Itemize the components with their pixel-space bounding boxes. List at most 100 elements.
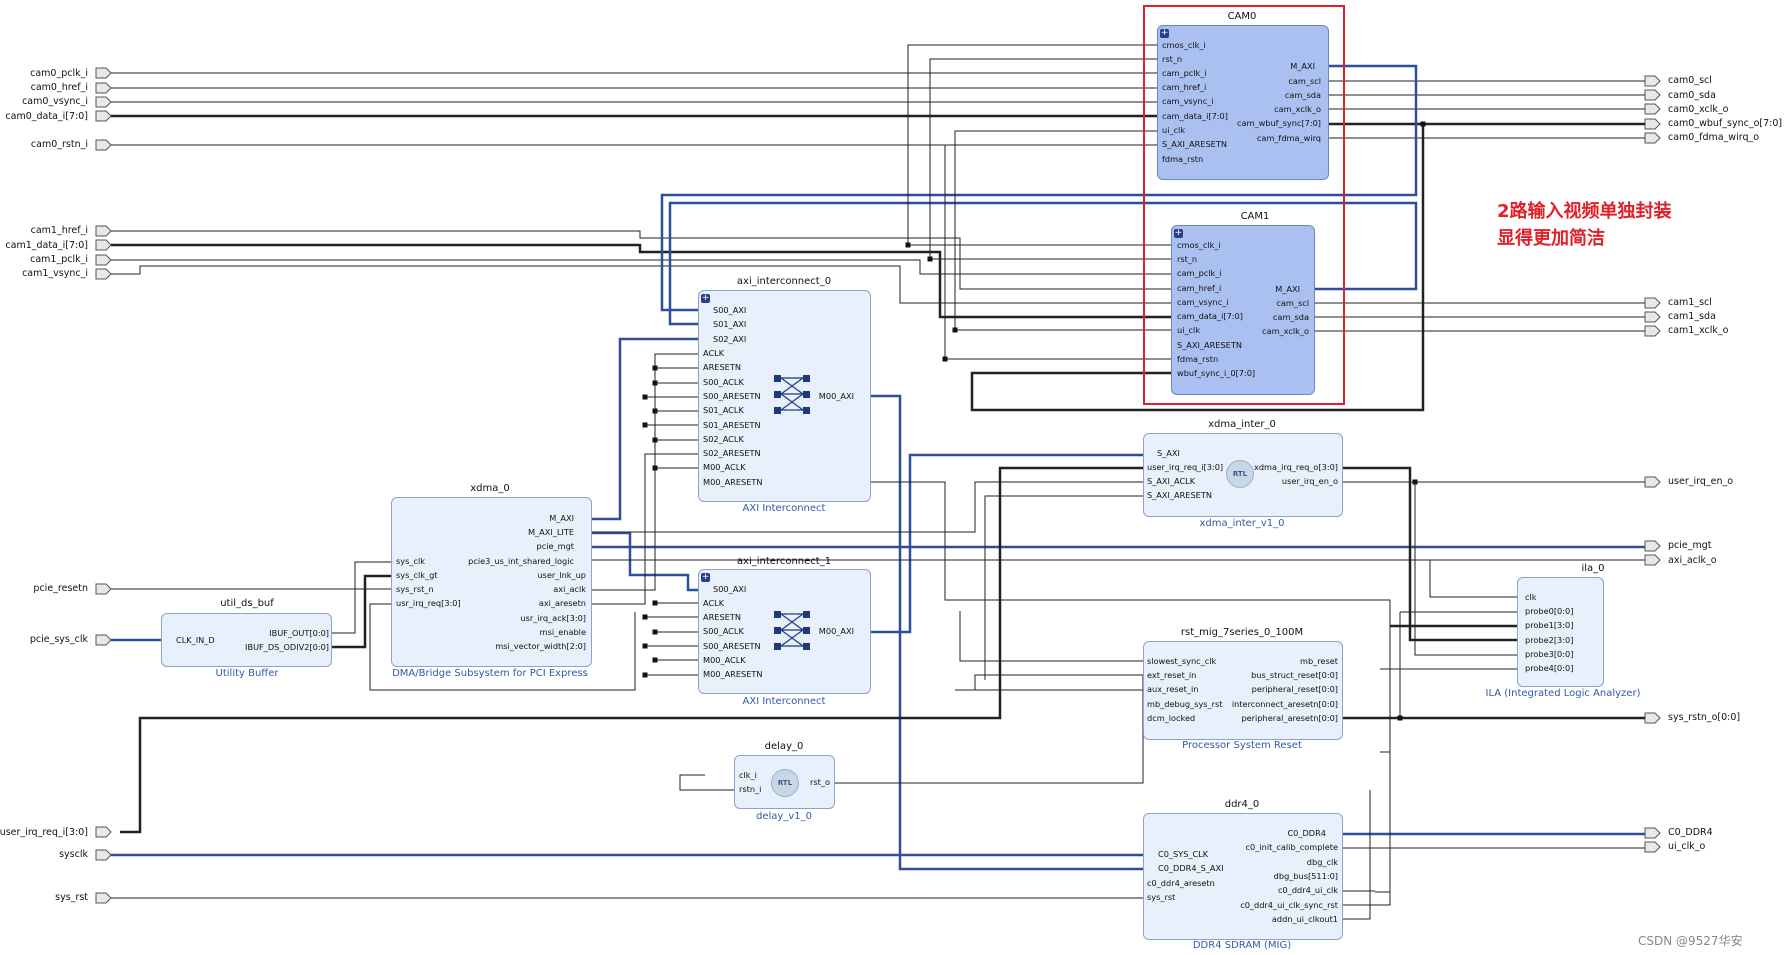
input-port-symbol bbox=[95, 110, 112, 122]
port-cam0-fdma-wirq-o: cam0_fdma_wirq_o bbox=[1668, 132, 1760, 143]
delay-pin: clk_i bbox=[739, 770, 757, 780]
xdma-pin: pcie3_us_int_shared_logic bbox=[468, 556, 574, 566]
wire bbox=[944, 145, 1171, 360]
port-cam1-scl: cam1_scl bbox=[1668, 297, 1712, 308]
axi-ic1-pin: S00_ACLK bbox=[703, 626, 744, 636]
input-port-symbol bbox=[95, 96, 112, 108]
xdma-pin: msi_vector_width[2:0] bbox=[495, 641, 586, 651]
wire bbox=[835, 675, 1144, 784]
output-port-symbol bbox=[1644, 712, 1661, 724]
xdma-pin: usr_irq_req[3:0] bbox=[396, 598, 461, 608]
xdma-inter-pin: S_AXI_ARESETN bbox=[1147, 490, 1212, 500]
annotation-line2: 显得更加简洁 bbox=[1497, 228, 1605, 249]
port-ui-clk-o: ui_clk_o bbox=[1668, 841, 1706, 852]
xdma-pin: usr_irq_ack[3:0] bbox=[520, 613, 586, 623]
port-cam1-pclk-i: cam1_pclk_i bbox=[30, 254, 88, 265]
output-port-symbol bbox=[1644, 297, 1661, 309]
port-pcie-resetn: pcie_resetn bbox=[33, 583, 88, 594]
xdma-title: xdma_0 bbox=[470, 483, 510, 494]
axi-ic0-pin: ACLK bbox=[703, 348, 725, 358]
junction bbox=[942, 356, 948, 362]
axi-ic0-pin: M00_ARESETN bbox=[703, 477, 763, 487]
expand-icon[interactable]: + bbox=[701, 573, 710, 582]
wire bbox=[679, 774, 734, 791]
port-sysclk: sysclk bbox=[59, 849, 88, 860]
port-c0-ddr4: C0_DDR4 bbox=[1668, 827, 1713, 838]
wire bbox=[592, 453, 698, 605]
port-cam0-pclk-i: cam0_pclk_i bbox=[30, 68, 88, 79]
port-cam1-href-i: cam1_href_i bbox=[30, 225, 88, 236]
axi-ic1-pin: M00_ARESETN bbox=[703, 669, 763, 679]
port-cam0-xclk-o: cam0_xclk_o bbox=[1668, 104, 1729, 115]
input-port-symbol bbox=[95, 139, 112, 151]
rst-pin: ext_reset_in bbox=[1147, 670, 1197, 680]
util-pin: CLK_IN_D bbox=[176, 635, 215, 645]
util-pin: IBUF_DS_ODIV2[0:0] bbox=[245, 642, 329, 652]
wire bbox=[954, 130, 1171, 331]
port-cam0-href-i: cam0_href_i bbox=[30, 82, 88, 93]
port-cam0-wbuf-sync-o: cam0_wbuf_sync_o[7:0] bbox=[1668, 118, 1783, 129]
rtl-icon: RTL bbox=[1226, 460, 1254, 488]
input-port-symbol bbox=[95, 225, 112, 237]
xdma-inter-pin: S_AXI bbox=[1157, 448, 1180, 458]
ddr4-pin: c0_ddr4_ui_clk_sync_rst bbox=[1240, 900, 1338, 910]
axi-ic0-subtitle: AXI Interconnect bbox=[742, 503, 826, 514]
axi-ic1-pin: M00_AXI bbox=[818, 626, 854, 636]
axi-ic1-subtitle: AXI Interconnect bbox=[742, 696, 826, 707]
input-port-symbol bbox=[95, 239, 112, 251]
output-port-symbol bbox=[1644, 841, 1661, 853]
output-port-symbol bbox=[1644, 89, 1661, 101]
ddr4-pin: sys_rst bbox=[1147, 892, 1176, 902]
rst-subtitle: Processor System Reset bbox=[1182, 740, 1302, 751]
port-cam0-rstn-i: cam0_rstn_i bbox=[30, 139, 88, 150]
axi-ic0-pin: S02_AXI bbox=[713, 334, 747, 344]
output-port-symbol bbox=[1644, 132, 1661, 144]
util-subtitle: Utility Buffer bbox=[215, 668, 279, 679]
xdma-inter-pin: user_irq_req_i[3:0] bbox=[1147, 462, 1224, 472]
expand-icon[interactable]: + bbox=[701, 294, 710, 303]
delay-pin: rstn_i bbox=[739, 784, 762, 794]
ila-pin: probe0[0:0] bbox=[1525, 606, 1574, 616]
xdma-inter-pin: S_AXI_ACLK bbox=[1147, 476, 1196, 486]
ila-pin: probe1[3:0] bbox=[1525, 620, 1574, 630]
xdma-pin: sys_clk_gt bbox=[396, 570, 438, 580]
wire bbox=[1343, 466, 1517, 642]
junction bbox=[652, 600, 658, 606]
xdma-inter-pin: user_irq_en_o bbox=[1281, 476, 1338, 486]
axi-ic1-pin: ARESETN bbox=[703, 612, 741, 622]
xdma-pin: sys_rst_n bbox=[396, 584, 434, 594]
ila-pin: probe4[0:0] bbox=[1525, 663, 1574, 673]
ddr4-pin: c0_init_calib_complete bbox=[1245, 842, 1338, 852]
port-cam0-data-i: cam0_data_i[7:0] bbox=[5, 111, 88, 122]
wire bbox=[332, 574, 391, 649]
ddr4-title: ddr4_0 bbox=[1224, 799, 1260, 810]
axi-ic0-pin: S00_ACLK bbox=[703, 377, 744, 387]
axi-ic0-pin: S02_ACLK bbox=[703, 434, 744, 444]
ddr4-pin: c0_ddr4_aresetn bbox=[1147, 878, 1215, 888]
ddr4-pin: c0_ddr4_ui_clk bbox=[1278, 885, 1338, 895]
xdma-pin: user_lnk_up bbox=[537, 570, 586, 580]
port-sys-rstn-o: sys_rstn_o[0:0] bbox=[1668, 712, 1741, 723]
xdma-pin: pcie_mgt bbox=[536, 541, 575, 551]
axi-ic0-title: axi_interconnect_0 bbox=[736, 276, 832, 287]
axi-ic1-pin: S00_ARESETN bbox=[703, 641, 761, 651]
axi-ic1-title: axi_interconnect_1 bbox=[736, 556, 832, 567]
axi-ic0-pin: M00_ACLK bbox=[703, 462, 746, 472]
port-cam1-xclk-o: cam1_xclk_o bbox=[1668, 325, 1729, 336]
junction bbox=[642, 614, 648, 620]
wire bbox=[1343, 751, 1391, 906]
ddr4-subtitle: DDR4 SDRAM (MIG) bbox=[1192, 940, 1292, 951]
port-pcie-sys-clk: pcie_sys_clk bbox=[29, 634, 88, 645]
port-cam0-sda: cam0_sda bbox=[1668, 90, 1716, 101]
rtl-icon: RTL bbox=[771, 769, 799, 797]
watermark: CSDN @9527华安 bbox=[1638, 934, 1743, 948]
port-user-irq-en-o: user_irq_en_o bbox=[1668, 476, 1734, 487]
xdma-inter-title: xdma_inter_0 bbox=[1208, 419, 1276, 430]
rst-pin: interconnect_aresetn[0:0] bbox=[1231, 699, 1338, 709]
xdma-inter-pin: xdma_irq_req_o[3:0] bbox=[1253, 462, 1338, 472]
annotation-line1: 2路输入视频单独封装 bbox=[1497, 201, 1672, 222]
rst-pin: slowest_sync_clk bbox=[1147, 656, 1217, 666]
xdma-inter-subtitle: xdma_inter_v1_0 bbox=[1199, 518, 1285, 529]
delay-title: delay_0 bbox=[764, 741, 804, 752]
util-pin: IBUF_OUT[0:0] bbox=[269, 628, 329, 638]
